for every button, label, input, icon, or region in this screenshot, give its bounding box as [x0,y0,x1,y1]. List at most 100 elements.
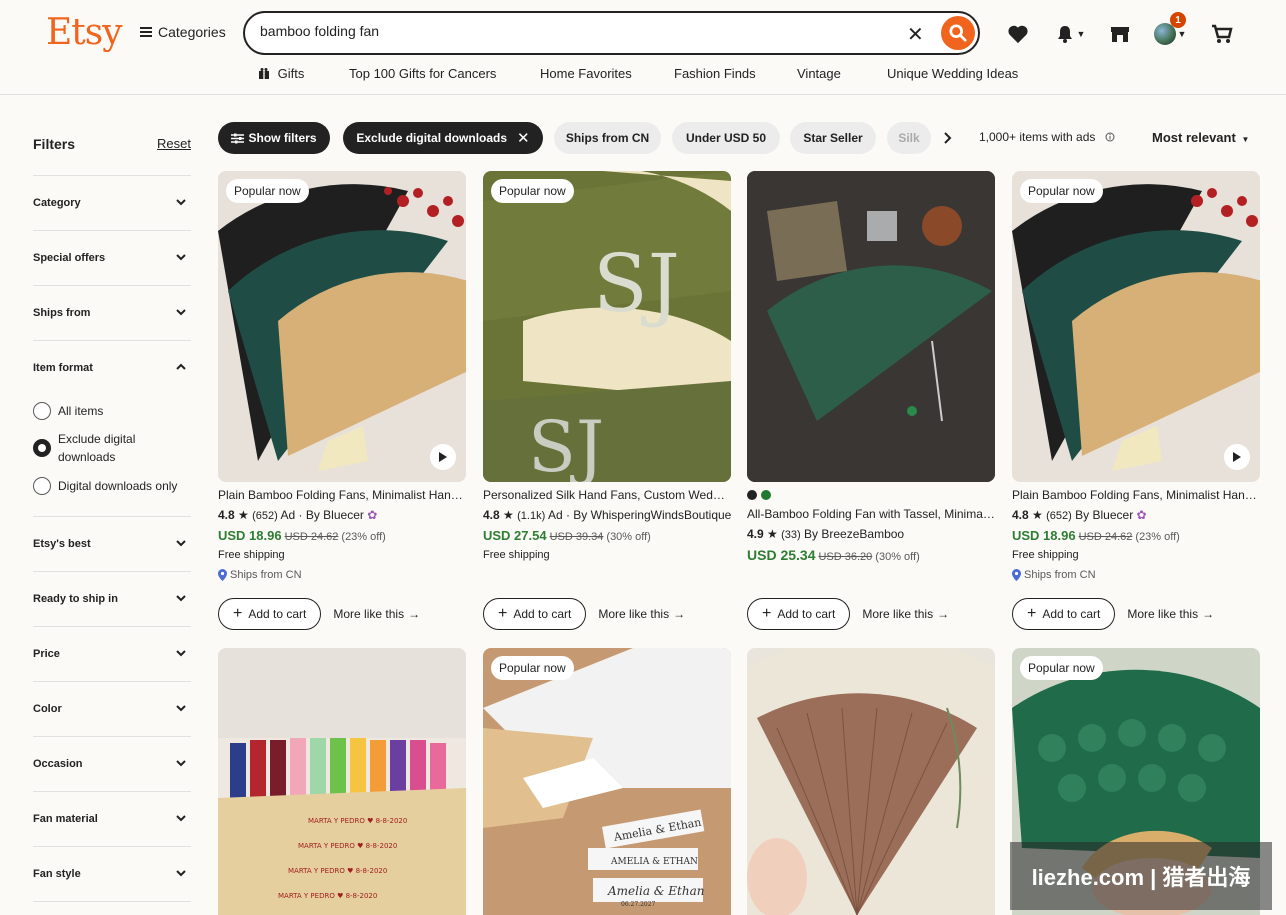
original-price: USD 24.62 [284,531,339,543]
filter-label: Ships from [33,307,91,319]
filter-special-offers[interactable]: Special offers [33,231,191,286]
etsy-logo[interactable]: Etsy [46,12,123,53]
play-video-button[interactable] [430,444,456,470]
seller-name[interactable]: Ad · By Bluecer [281,508,364,522]
product-card[interactable]: All-Bamboo Folding Fan with Tassel, Mini… [747,171,995,630]
swatch-green[interactable] [761,490,771,500]
product-card[interactable]: SJ SJ Popular now Personalized Silk Hand… [483,171,731,630]
seller-name[interactable]: Ad · By WhisperingWindsBoutique [548,508,731,522]
chip-star-seller[interactable]: Star Seller [790,122,876,154]
plus-icon: + [498,605,508,622]
info-icon[interactable] [1105,132,1115,142]
radio-all-items[interactable] [33,402,51,420]
search-input[interactable] [260,23,880,39]
close-icon[interactable]: ✕ [517,129,530,147]
chevron-down-icon: ▼ [1241,135,1250,144]
add-to-cart-button[interactable]: + Add to cart [218,598,322,630]
more-like-this-link[interactable]: More like this → [862,607,949,621]
product-image[interactable]: MARTA Y PEDRO ♥ 8-8-2020 MARTA Y PEDRO ♥… [218,648,466,915]
clear-search-icon[interactable]: ✕ [907,22,924,47]
search-button[interactable] [941,16,975,50]
nav-vintage[interactable]: Vintage [797,66,841,81]
free-shipping: Free shipping [218,549,285,561]
seller-name[interactable]: By BreezeBamboo [804,527,904,541]
product-card[interactable]: Popular now Plain Bamboo Folding Fans, M… [218,171,466,630]
nav-home-favorites[interactable]: Home Favorites [540,66,632,81]
filter-price[interactable]: Price [33,627,191,682]
filter-ships-from[interactable]: Ships from [33,286,191,341]
product-card[interactable] [747,648,995,915]
more-like-this-link[interactable]: More like this → [1127,607,1214,621]
show-filters-button[interactable]: Show filters [218,122,330,154]
add-to-cart-button[interactable]: + Add to cart [483,598,587,630]
radio-digital-only[interactable] [33,477,51,495]
chevron-right-icon[interactable] [943,132,953,144]
play-video-button[interactable] [1224,444,1250,470]
rating-value: 4.8 [1012,508,1029,522]
swatch-black[interactable] [747,490,757,500]
filter-category[interactable]: Category [33,176,191,231]
nav-wedding-ideas[interactable]: Unique Wedding Ideas [887,66,1018,81]
product-image[interactable]: Popular now [218,171,466,482]
product-card[interactable]: MARTA Y PEDRO ♥ 8-8-2020 MARTA Y PEDRO ♥… [218,648,466,915]
menu-icon [140,27,152,37]
chip-under-usd-50[interactable]: Under USD 50 [672,122,780,154]
product-card[interactable]: Amelia & Ethan AMELIA & ETHAN Amelia & E… [483,648,731,915]
add-to-cart-label: Add to cart [513,607,572,621]
filter-color[interactable]: Color [33,682,191,737]
product-image[interactable] [747,171,995,482]
product-title[interactable]: Plain Bamboo Folding Fans, Minimalist Ha… [218,488,466,502]
sale-price: USD 25.34 [747,547,816,563]
original-price: USD 24.62 [1078,531,1133,543]
account-button[interactable]: ▼ [1150,22,1190,46]
nav-gifts-label: Gifts [277,66,305,81]
filter-etsys-best[interactable]: Etsy's best [33,517,191,572]
fan-engraving-text: MARTA Y PEDRO ♥ 8-8-2020 [298,842,397,850]
site-header: Etsy Categories ✕ ▼ ▼ 1 Gifts Top 100 Gi… [0,0,1286,95]
rating-value: 4.8 [483,508,500,522]
nav-top100[interactable]: Top 100 Gifts for Cancers [349,66,496,81]
nav-gifts[interactable]: Gifts [258,66,304,81]
review-count: (652) [252,510,278,522]
chip-silk[interactable]: Silk [887,122,931,154]
chevron-up-icon[interactable] [176,362,186,372]
nav-fashion-finds[interactable]: Fashion Finds [674,66,756,81]
add-to-cart-button[interactable]: + Add to cart [747,598,851,630]
review-count: (33) [781,529,801,541]
product-image[interactable] [747,648,995,915]
product-image[interactable]: Amelia & Ethan AMELIA & ETHAN Amelia & E… [483,648,731,915]
filter-ready-to-ship[interactable]: Ready to ship in [33,572,191,627]
filter-occasion[interactable]: Occasion [33,737,191,792]
product-price: USD 18.96 USD 24.62 (23% off) [1012,528,1260,543]
sort-dropdown[interactable]: Most relevant ▼ [1152,130,1249,145]
add-to-cart-label: Add to cart [1042,607,1101,621]
chevron-down-icon [176,815,186,822]
add-to-cart-button[interactable]: + Add to cart [1012,598,1116,630]
chip-ships-from-cn[interactable]: Ships from CN [554,122,661,154]
reset-filters-link[interactable]: Reset [157,136,191,151]
product-image[interactable]: SJ SJ Popular now [483,171,731,482]
product-image[interactable]: Popular now [1012,171,1260,482]
filter-label[interactable]: Item format [33,362,93,374]
categories-button[interactable]: Categories [140,24,226,40]
radio-exclude-digital[interactable] [33,439,51,457]
filter-label: Etsy's best [33,538,91,550]
shop-manager-button[interactable] [1108,22,1132,46]
seller-name[interactable]: By Bluecer [1075,508,1133,522]
filter-fan-material[interactable]: Fan material [33,792,191,847]
product-title[interactable]: Plain Bamboo Folding Fans, Minimalist Ha… [1012,488,1260,502]
monogram-text: SJ [528,406,604,482]
product-title[interactable]: All-Bamboo Folding Fan with Tassel, Mini… [747,507,995,521]
plus-icon: + [1027,605,1037,622]
product-title[interactable]: Personalized Silk Hand Fans, Custom Wedd… [483,488,731,502]
more-like-this-link[interactable]: More like this → [598,607,685,621]
product-card[interactable]: Popular now Plain Bamboo Folding Fans, M… [1012,171,1260,630]
chip-exclude-digital[interactable]: Exclude digital downloads ✕ [343,122,543,154]
more-like-this-link[interactable]: More like this → [333,607,420,621]
favorites-button[interactable] [1006,22,1030,46]
filter-fan-style[interactable]: Fan style [33,847,191,902]
card-actions: + Add to cart More like this → [747,598,949,630]
cart-button[interactable] [1210,22,1234,46]
notifications-button[interactable]: ▼ [1050,22,1090,46]
rating-value: 4.8 [218,508,235,522]
